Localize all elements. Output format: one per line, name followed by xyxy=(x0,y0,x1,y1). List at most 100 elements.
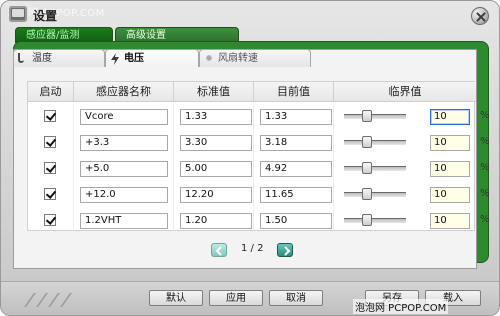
threshold-slider-thumb[interactable] xyxy=(362,188,372,200)
page-indicator: 1 / 2 xyxy=(241,243,264,254)
subtab-voltage-label: 电压 xyxy=(124,53,144,64)
settings-window: 泡泡网 PCPOP.COM 设置 感应器/监测 高级设置 温度 电压 风扇转速 xyxy=(0,0,500,316)
sensor-name-field[interactable]: Vcore xyxy=(80,109,168,125)
cell-sensor-name: Vcore xyxy=(74,104,174,130)
current-value-field: 1.33 xyxy=(260,109,332,125)
threshold-unit: % xyxy=(480,110,490,121)
threshold-unit: % xyxy=(480,136,490,147)
lightning-icon-svg xyxy=(111,53,119,65)
cell-enable xyxy=(28,182,74,208)
window-title: 设置 xyxy=(33,9,58,23)
cell-current: 1.50 xyxy=(254,208,334,234)
close-button[interactable] xyxy=(471,7,489,25)
threshold-input[interactable]: 10 xyxy=(430,135,470,151)
prev-page-button[interactable] xyxy=(211,243,227,257)
standard-value-field[interactable]: 1.20 xyxy=(180,213,252,229)
cell-threshold: 10 % xyxy=(334,104,490,130)
table-row: +5.0 5.00 4.92 10 % xyxy=(28,156,490,182)
subtab-temperature[interactable]: 温度 xyxy=(13,49,105,67)
subtab-voltage[interactable]: 电压 xyxy=(105,49,199,67)
cell-standard: 5.00 xyxy=(174,156,254,182)
cell-enable xyxy=(28,156,74,182)
threshold-input[interactable]: 10 xyxy=(430,213,470,229)
subtab-fan-speed[interactable]: 风扇转速 xyxy=(199,49,311,67)
standard-value-field[interactable]: 12.20 xyxy=(180,187,252,203)
cell-threshold: 10 % xyxy=(334,156,490,182)
sensor-name-field[interactable]: +12.0 xyxy=(80,187,168,203)
cell-sensor-name: +5.0 xyxy=(74,156,174,182)
grip-line xyxy=(48,293,60,307)
table-row: Vcore 1.33 1.33 10 % xyxy=(28,104,490,130)
cell-enable xyxy=(28,104,74,130)
enable-checkbox[interactable] xyxy=(44,188,56,200)
cell-current: 1.33 xyxy=(254,104,334,130)
standard-value-field[interactable]: 5.00 xyxy=(180,161,252,177)
enable-checkbox[interactable] xyxy=(44,110,56,122)
cell-threshold: 10 % xyxy=(334,208,490,234)
grip-line xyxy=(36,293,48,307)
threshold-slider[interactable] xyxy=(344,162,406,174)
cell-standard: 3.30 xyxy=(174,130,254,156)
voltage-table: 启动 感应器名称 标准值 目前值 临界值 Vcore 1.33 1.33 10 … xyxy=(27,81,490,234)
cell-standard: 12.20 xyxy=(174,182,254,208)
current-value-field: 3.18 xyxy=(260,135,332,151)
pager: 1 / 2 xyxy=(211,243,301,259)
cell-sensor-name: +3.3 xyxy=(74,130,174,156)
threshold-slider-thumb[interactable] xyxy=(362,136,372,148)
header-enable: 启动 xyxy=(28,82,74,102)
standard-value-field[interactable]: 3.30 xyxy=(180,135,252,151)
enable-checkbox[interactable] xyxy=(44,136,56,148)
resize-grip[interactable] xyxy=(24,293,81,307)
table-header: 启动 感应器名称 标准值 目前值 临界值 xyxy=(28,82,476,102)
cell-current: 4.92 xyxy=(254,156,334,182)
current-value-field: 11.65 xyxy=(260,187,332,203)
thermometer-icon xyxy=(18,53,24,63)
threshold-unit: % xyxy=(480,162,490,173)
sensor-name-field[interactable]: +5.0 xyxy=(80,161,168,177)
threshold-slider[interactable] xyxy=(344,110,406,122)
header-current-value: 目前值 xyxy=(254,82,334,102)
threshold-slider-thumb[interactable] xyxy=(362,110,372,122)
cell-current: 3.18 xyxy=(254,130,334,156)
default-button[interactable]: 默认 xyxy=(149,290,203,306)
table-row: +12.0 12.20 11.65 10 % xyxy=(28,182,490,208)
header-threshold: 临界值 xyxy=(388,85,422,98)
sensor-name-field[interactable]: 1.2VHT xyxy=(80,213,168,229)
arrow-right-icon xyxy=(284,246,291,256)
cell-current: 11.65 xyxy=(254,182,334,208)
standard-value-field[interactable]: 1.33 xyxy=(180,109,252,125)
cell-threshold: 10 % xyxy=(334,182,490,208)
next-page-button[interactable] xyxy=(277,243,293,257)
grip-line xyxy=(60,293,72,307)
cell-threshold: 10 % xyxy=(334,130,490,156)
threshold-unit: % xyxy=(480,188,490,199)
subtab-temperature-label: 温度 xyxy=(32,53,52,64)
table-row: +3.3 3.30 3.18 10 % xyxy=(28,130,490,156)
cell-sensor-name: 1.2VHT xyxy=(74,208,174,234)
threshold-slider-thumb[interactable] xyxy=(362,162,372,174)
enable-checkbox[interactable] xyxy=(44,162,56,174)
cell-standard: 1.33 xyxy=(174,104,254,130)
threshold-slider[interactable] xyxy=(344,188,406,200)
apply-button[interactable]: 应用 xyxy=(209,290,263,306)
current-value-field: 4.92 xyxy=(260,161,332,177)
watermark-bottom: 泡泡网 PCPOP.COM xyxy=(353,299,449,314)
header-standard-value: 标准值 xyxy=(174,82,254,102)
cancel-button[interactable]: 取消 xyxy=(269,290,323,306)
cell-sensor-name: +12.0 xyxy=(74,182,174,208)
arrow-left-icon xyxy=(215,246,222,256)
cell-enable xyxy=(28,130,74,156)
threshold-input[interactable]: 10 xyxy=(430,161,470,177)
threshold-input[interactable]: 10 xyxy=(430,187,470,203)
cell-standard: 1.20 xyxy=(174,208,254,234)
threshold-slider[interactable] xyxy=(344,214,406,226)
enable-checkbox[interactable] xyxy=(44,214,56,226)
threshold-slider[interactable] xyxy=(344,136,406,148)
fan-icon xyxy=(204,53,214,63)
subtab-fan-speed-label: 风扇转速 xyxy=(218,53,258,64)
app-icon xyxy=(9,6,27,22)
threshold-slider-thumb[interactable] xyxy=(362,214,372,226)
sensor-name-field[interactable]: +3.3 xyxy=(80,135,168,151)
threshold-input[interactable]: 10 xyxy=(430,109,470,125)
header-sensor-name: 感应器名称 xyxy=(74,82,174,102)
